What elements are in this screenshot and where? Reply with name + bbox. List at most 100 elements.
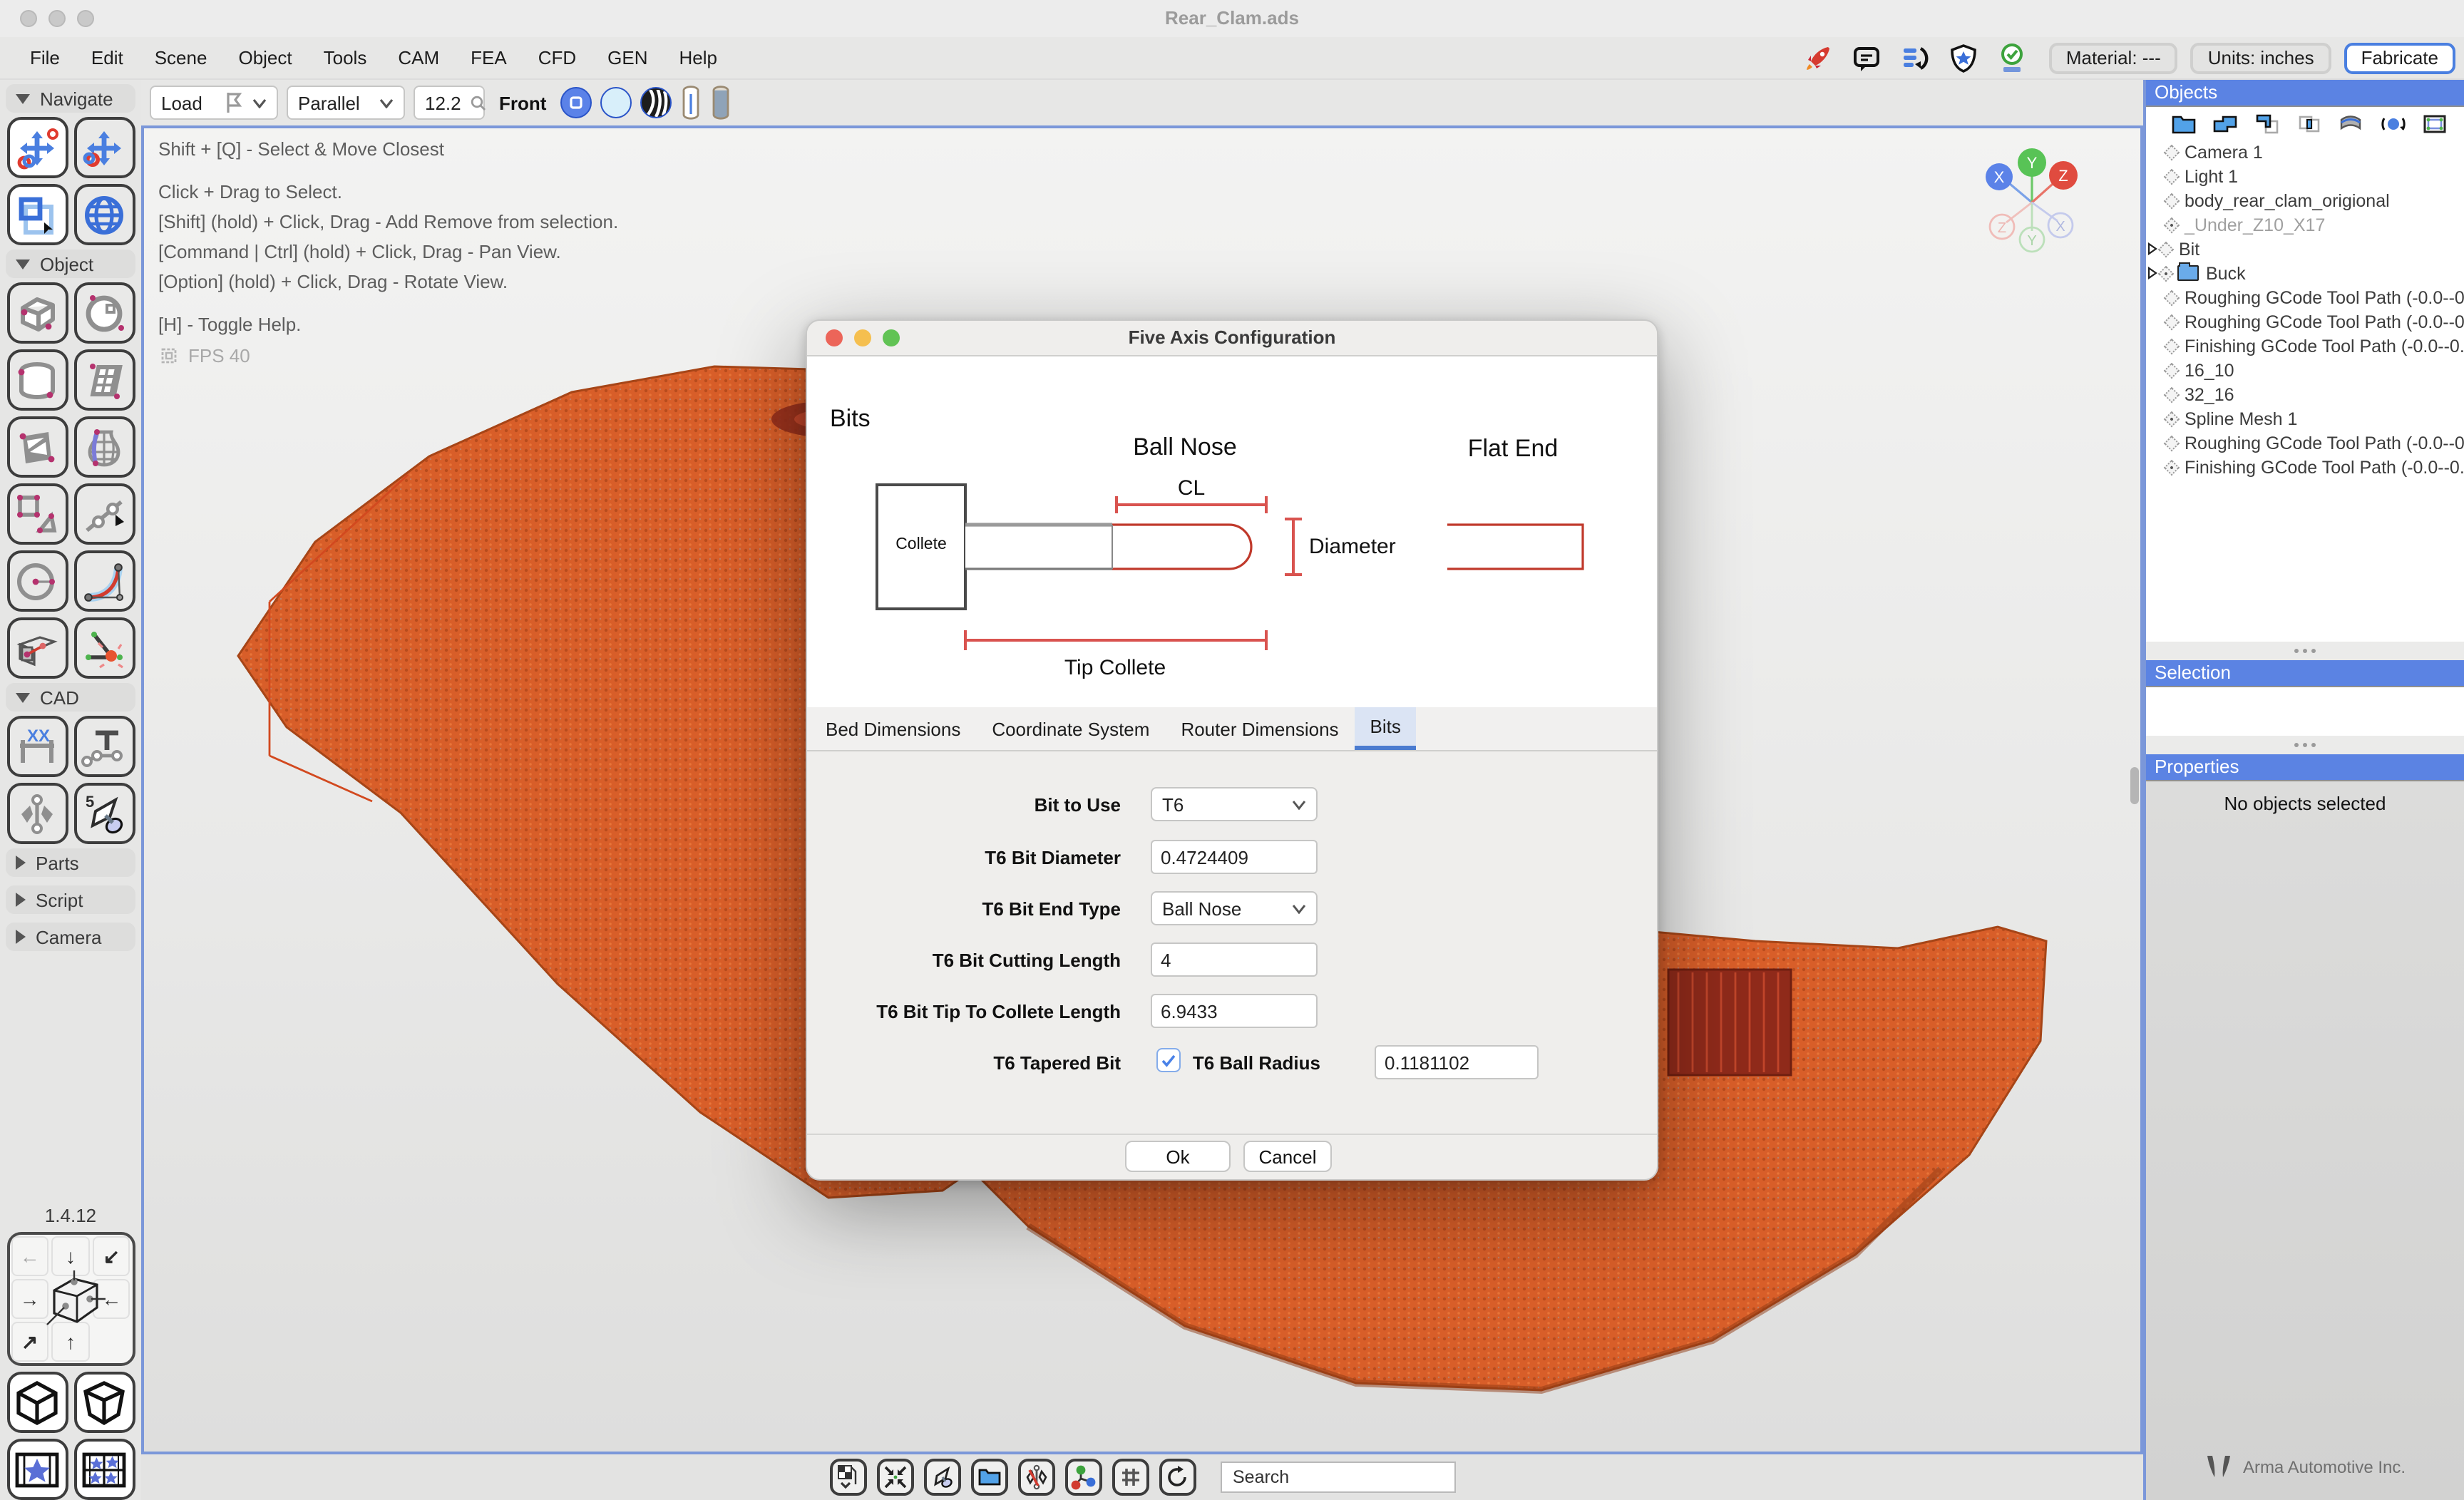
object-section-header[interactable]: Object [6, 250, 135, 278]
object-tree-item[interactable]: Buck [2146, 261, 2464, 285]
mirror-icon[interactable] [6, 783, 68, 844]
isometric-cube-icon[interactable] [6, 1372, 68, 1433]
menu-gen[interactable]: GEN [592, 47, 663, 68]
box-select-icon[interactable] [6, 184, 68, 245]
ball-radius-input[interactable] [1375, 1045, 1539, 1079]
boolean-intersect-icon[interactable] [2297, 113, 2321, 135]
window-zoom-button[interactable] [77, 10, 94, 27]
perspective-cube-icon[interactable] [73, 1372, 135, 1433]
projection-select[interactable]: Parallel [287, 86, 405, 120]
load-select[interactable]: Load [150, 86, 278, 120]
light-icon[interactable] [73, 617, 135, 679]
window-minimize-button[interactable] [48, 10, 66, 27]
objects-panel-header[interactable]: Objects [2146, 80, 2464, 107]
menu-file[interactable]: File [14, 47, 76, 68]
menu-cam[interactable]: CAM [382, 47, 455, 68]
check-badge-icon[interactable] [1995, 41, 2029, 75]
rotate-icon[interactable] [2381, 113, 2405, 135]
cylinder-icon[interactable] [6, 349, 68, 411]
dialog-close-button[interactable] [826, 329, 843, 346]
panel-resize-handle[interactable] [2146, 642, 2464, 660]
group-icon[interactable] [2214, 113, 2238, 135]
visibility-diamond-icon[interactable] [2164, 435, 2180, 451]
five-axis-icon[interactable]: 5 [73, 783, 135, 844]
toolpath-refresh-icon[interactable] [1898, 41, 1932, 75]
folder-icon[interactable] [970, 1459, 1007, 1496]
render-view-icon[interactable] [6, 1439, 68, 1500]
dialog-titlebar[interactable]: Five Axis Configuration [807, 321, 1657, 356]
visibility-diamond-icon[interactable] [2164, 168, 2180, 185]
tip-to-collete-input[interactable] [1151, 994, 1318, 1028]
boolean-subtract-icon[interactable] [2255, 113, 2279, 135]
axis-gizmo-icon[interactable] [1064, 1459, 1102, 1496]
cad-section-header[interactable]: CAD [6, 683, 135, 712]
surface-icon[interactable] [2339, 113, 2363, 135]
visibility-diamond-icon[interactable] [2164, 217, 2180, 233]
material-button[interactable]: Material: --- [2049, 42, 2178, 73]
grid-icon[interactable] [1112, 1459, 1149, 1496]
rocket-icon[interactable] [1801, 41, 1835, 75]
shield-star-icon[interactable] [1946, 41, 1981, 75]
t-spline-icon[interactable] [73, 716, 135, 777]
ok-button[interactable]: Ok [1125, 1141, 1231, 1172]
bezier-curve-icon[interactable] [73, 550, 135, 612]
object-tree-item[interactable]: Finishing GCode Tool Path (-0.0--0.0) [2146, 455, 2464, 479]
parts-section-header[interactable]: Parts [6, 848, 135, 877]
object-tree-item[interactable]: Camera 1 [2146, 140, 2464, 164]
menu-object[interactable]: Object [222, 47, 307, 68]
comment-icon[interactable] [1849, 41, 1884, 75]
visibility-diamond-icon[interactable] [2164, 386, 2180, 403]
fabricate-button[interactable]: Fabricate [2344, 42, 2455, 73]
navigate-section-header[interactable]: Navigate [6, 84, 135, 113]
visibility-diamond-icon[interactable] [2164, 144, 2180, 160]
multi-view-icon[interactable] [73, 1439, 135, 1500]
properties-panel-header[interactable]: Properties [2146, 754, 2464, 781]
object-tree-item[interactable]: Bit [2146, 237, 2464, 261]
expand-arrow-icon[interactable] [2146, 241, 2159, 257]
camera-filled-icon[interactable] [560, 87, 592, 118]
center-view-icon[interactable] [876, 1459, 913, 1496]
tab-bed-dimensions[interactable]: Bed Dimensions [810, 707, 976, 750]
tab-router-dimensions[interactable]: Router Dimensions [1165, 707, 1354, 750]
cylinder-outline-icon[interactable] [680, 86, 702, 120]
globe-icon[interactable] [73, 184, 135, 245]
plane-grid-icon[interactable] [73, 349, 135, 411]
polygon-icon[interactable] [6, 483, 68, 545]
material-preview-icon[interactable] [829, 1459, 866, 1496]
mirror-disabled-icon[interactable] [1017, 1459, 1054, 1496]
object-tree-item[interactable]: Roughing GCode Tool Path (-0.0--0.0) [2146, 285, 2464, 309]
visibility-diamond-icon[interactable] [2164, 459, 2180, 476]
dimension-icon[interactable]: XX [6, 716, 68, 777]
menu-help[interactable]: Help [664, 47, 734, 68]
selection-panel-header[interactable]: Selection [2146, 660, 2464, 687]
object-tree-item[interactable]: Light 1 [2146, 164, 2464, 188]
object-tree-item[interactable]: Finishing GCode Tool Path (-0.0--0.0) [2146, 334, 2464, 358]
menu-edit[interactable]: Edit [76, 47, 139, 68]
object-tree-item[interactable]: Spline Mesh 1 [2146, 406, 2464, 431]
zoom-field[interactable]: 12.2 [414, 86, 485, 120]
viewport-scrollbar-thumb[interactable] [2130, 767, 2139, 804]
object-tree-item[interactable]: Roughing GCode Tool Path (-0.0--0.0) [2146, 431, 2464, 455]
sphere-zebra-icon[interactable] [640, 87, 672, 118]
tab-coordinate-system[interactable]: Coordinate System [976, 707, 1165, 750]
menu-scene[interactable]: Scene [139, 47, 223, 68]
cylinder-solid-icon[interactable] [710, 86, 732, 120]
navpad-cube-icon[interactable] [42, 1270, 105, 1330]
object-tree-item[interactable]: Roughing GCode Tool Path (-0.0--0.0) [2146, 309, 2464, 334]
object-tree-item[interactable]: 32_16 [2146, 382, 2464, 406]
sphere-flat-icon[interactable] [600, 87, 632, 118]
dialog-zoom-button[interactable] [883, 329, 900, 346]
panel-resize-handle[interactable] [2146, 736, 2464, 754]
visibility-diamond-icon[interactable] [2164, 338, 2180, 354]
tab-bits[interactable]: Bits [1355, 707, 1417, 750]
window-close-button[interactable] [20, 10, 37, 27]
menu-tools[interactable]: Tools [308, 47, 383, 68]
cancel-button[interactable]: Cancel [1243, 1141, 1332, 1172]
search-input[interactable] [1220, 1462, 1455, 1493]
visibility-diamond-icon[interactable] [2158, 265, 2175, 282]
menu-fea[interactable]: FEA [455, 47, 523, 68]
move-icon[interactable] [73, 117, 135, 178]
expand-arrow-icon[interactable] [2146, 265, 2159, 281]
move-select-icon[interactable] [6, 117, 68, 178]
lathe-icon[interactable] [73, 416, 135, 478]
